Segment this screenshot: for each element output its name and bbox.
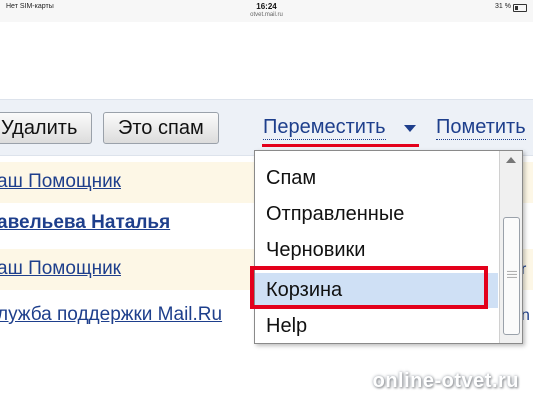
sender-link[interactable]: аш Помощник — [0, 171, 121, 193]
spam-button[interactable]: Это спам — [103, 112, 219, 144]
battery-percent: 31 % — [495, 3, 511, 10]
menu-item-sent[interactable]: Отправленные — [255, 197, 498, 232]
sender-link[interactable]: лужба поддержки Mail.Ru — [0, 304, 222, 326]
status-bar: Нет SIM-карты 16:24 otvet.mail.ru 31 % — [0, 0, 533, 22]
menu-item-drafts[interactable]: Черновики — [255, 233, 498, 268]
sender-link[interactable]: аш Помощник — [0, 258, 121, 280]
mark-dropdown-link[interactable]: Пометить — [436, 116, 526, 140]
watermark: online-otvet.ru — [372, 370, 519, 392]
chevron-down-icon[interactable] — [404, 125, 416, 132]
sender-link[interactable]: авельева Наталья — [0, 212, 170, 234]
trash-red-highlight — [250, 266, 488, 309]
delete-button[interactable]: Удалить — [0, 112, 93, 144]
scroll-thumb[interactable]: — — — — [503, 217, 520, 335]
move-dropdown-link[interactable]: Переместить — [263, 116, 386, 140]
clock: 16:24 — [256, 2, 277, 11]
menu-item-spam[interactable]: Спам — [255, 161, 498, 196]
scroll-up-icon[interactable] — [506, 157, 516, 163]
battery-fill — [515, 6, 518, 10]
page-url[interactable]: otvet.mail.ru — [0, 12, 533, 18]
move-menu: Спам Отправленные Черновики Корзина Help… — [254, 150, 523, 344]
menu-scrollbar[interactable]: — — — — [499, 151, 522, 343]
battery-icon — [513, 4, 527, 12]
grip-icon: — — — — [507, 266, 517, 283]
menu-item-help[interactable]: Help — [255, 309, 498, 343]
mail-toolbar: Удалить Это спам Переместить Пометить — [0, 99, 533, 156]
move-link-red-underline — [262, 144, 419, 147]
